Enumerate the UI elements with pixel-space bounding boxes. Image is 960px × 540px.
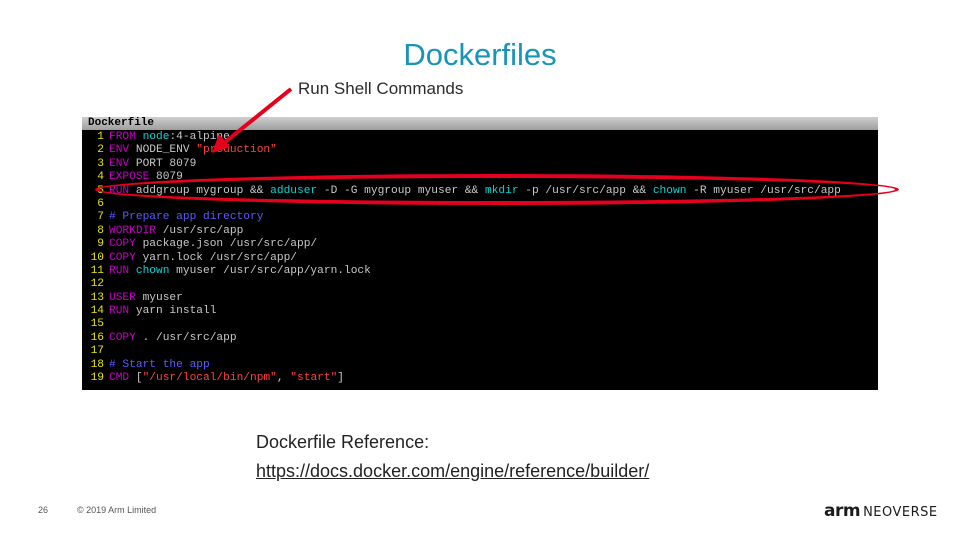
line-number: 11	[90, 264, 104, 277]
code-token: "/usr/local/bin/npm"	[142, 372, 277, 385]
line-number: 15	[90, 318, 104, 331]
code-line: 12	[82, 278, 878, 291]
reference-label: Dockerfile Reference:	[256, 432, 430, 452]
code-token: myuser /usr/src/app/yarn.lock	[169, 264, 371, 277]
line-number: 6	[97, 197, 104, 210]
code-token: RUN	[109, 305, 136, 318]
code-line: 10 COPY yarn.lock /usr/src/app/	[82, 252, 878, 265]
highlight-ellipse-icon	[95, 174, 899, 205]
code-line: 14 RUN yarn install	[82, 305, 878, 318]
code-token: "start"	[290, 372, 338, 385]
slide-title: Dockerfiles	[403, 37, 557, 72]
line-number: 12	[90, 278, 104, 291]
code-token: FROM	[109, 131, 143, 143]
callout-label: Run Shell Commands	[298, 79, 464, 98]
code-token: "production"	[196, 144, 277, 157]
line-number: 19	[90, 372, 104, 385]
code-line: 16 COPY . /usr/src/app	[82, 332, 878, 345]
line-number: 18	[90, 358, 104, 371]
code-line: 18 # Start the app	[82, 359, 878, 372]
code-line: 1 FROM node:4-alpine	[82, 131, 878, 144]
line-number: 16	[90, 331, 104, 344]
code-token: NODE_ENV	[135, 144, 197, 157]
code-token: ]	[337, 372, 345, 385]
code-line: 8 WORKDIR /usr/src/app	[82, 225, 878, 238]
line-number: 7	[97, 211, 104, 224]
line-number: 9	[97, 238, 104, 251]
line-number: 8	[97, 224, 104, 237]
line-number: 10	[90, 251, 104, 264]
code-line: 17	[82, 345, 878, 358]
editor-tab[interactable]: Dockerfile	[82, 117, 878, 130]
line-number: 4	[97, 171, 104, 184]
code-token: /usr/src/app	[162, 224, 244, 237]
code-token: myuser	[142, 291, 183, 304]
code-line: 9 COPY package.json /usr/src/app/	[82, 238, 878, 251]
copyright-text: © 2019 Arm Limited	[77, 505, 157, 515]
code-line: 13 USER myuser	[82, 292, 878, 305]
code-token: ENV	[109, 157, 136, 170]
arm-neoverse-logo-icon: arm NEOVERSE	[824, 501, 938, 521]
line-number: 1	[97, 131, 104, 143]
code-token: WORKDIR	[109, 224, 163, 237]
code-token: RUN	[109, 264, 136, 277]
code-token: . /usr/src/app	[142, 331, 237, 344]
code-line: 19 CMD ["/usr/local/bin/npm", "start"]	[82, 372, 878, 385]
code-line: 11 RUN chown myuser /usr/src/app/yarn.loc…	[82, 265, 878, 278]
code-token: package.json /usr/src/app/	[142, 238, 318, 251]
code-line: 3 ENV PORT 8079	[82, 158, 878, 171]
code-token: chown	[135, 264, 170, 277]
line-number: 14	[90, 305, 104, 318]
code-token: :4-alpine	[169, 131, 230, 143]
code-lines: 1 FROM node:4-alpine 2 ENV NODE_ENV "produc…	[82, 131, 878, 385]
code-line: 15	[82, 318, 878, 331]
code-token: yarn.lock /usr/src/app/	[142, 251, 297, 264]
code-token: [	[135, 372, 143, 385]
logo-arm-text: arm	[824, 501, 861, 521]
dockerfile-code-window: Dockerfile 1 FROM node:4-alpine 2 ENV NODE_…	[82, 117, 878, 390]
code-token: CMD	[109, 372, 136, 385]
line-number: 3	[97, 157, 104, 170]
logo-neoverse-text: NEOVERSE	[863, 505, 938, 520]
code-line: 7 # Prepare app directory	[82, 211, 878, 224]
code-token: yarn install	[135, 305, 217, 318]
page-number: 26	[38, 505, 49, 515]
code-token: node	[142, 131, 170, 143]
code-line: 2 ENV NODE_ENV "production"	[82, 144, 878, 157]
code-token: # Prepare app directory	[109, 211, 264, 224]
line-number: 17	[90, 345, 104, 358]
line-number: 2	[97, 144, 104, 157]
line-number: 13	[90, 291, 104, 304]
code-token: COPY	[109, 238, 143, 251]
code-token: ,	[276, 372, 291, 385]
reference-link[interactable]: https://docs.docker.com/engine/reference…	[256, 460, 649, 482]
editor-tab-label: Dockerfile	[88, 117, 155, 129]
code-token: ENV	[109, 144, 136, 157]
code-token: # Start the app	[109, 358, 210, 371]
slide: Dockerfiles Run Shell Commands Dockerfil…	[0, 0, 960, 540]
code-token: PORT 8079	[135, 157, 197, 170]
code-token: COPY	[109, 251, 143, 264]
code-token: COPY	[109, 331, 143, 344]
code-token: USER	[109, 291, 143, 304]
